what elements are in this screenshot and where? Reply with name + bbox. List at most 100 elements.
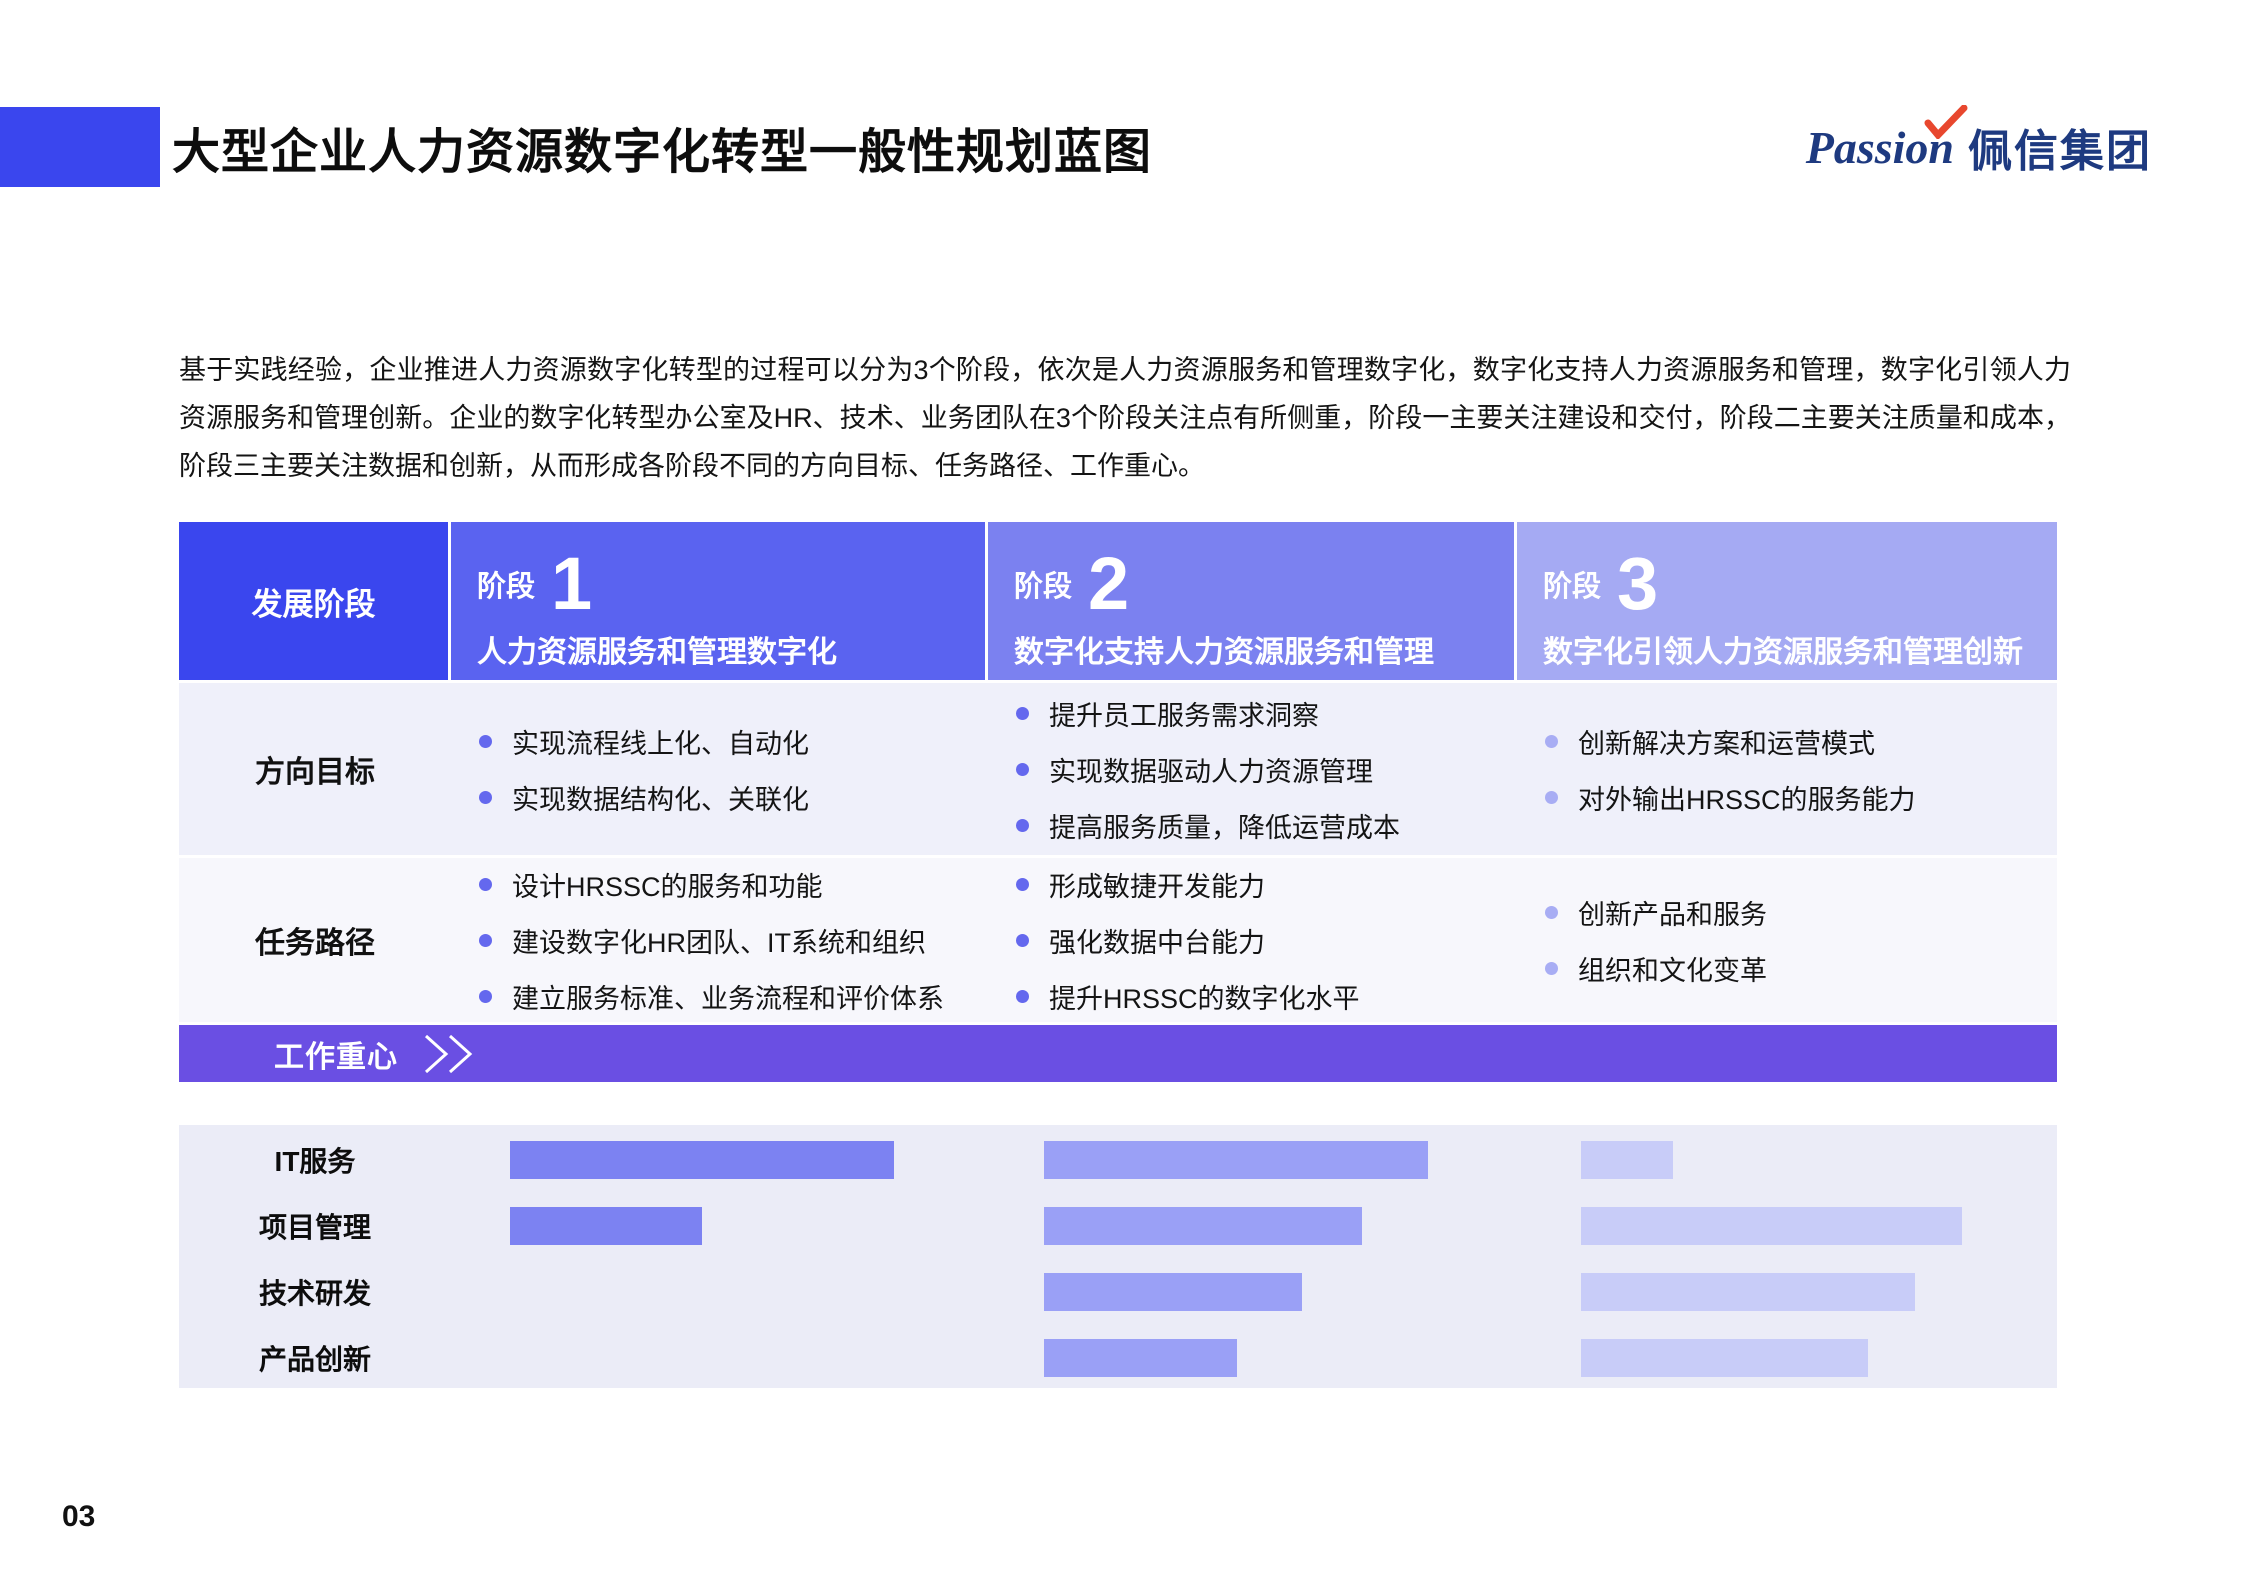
stage-1-goals: 实现流程线上化、自动化实现数据结构化、关联化 — [451, 683, 988, 855]
gantt-row-label: IT服务 — [179, 1127, 451, 1193]
gantt-bar — [1581, 1207, 1962, 1245]
double-chevron-icon — [420, 1033, 482, 1075]
stage-2-number: 2 — [1088, 547, 1129, 621]
gantt-row: IT服务 — [179, 1127, 2057, 1193]
bullet-dot-icon — [479, 735, 492, 748]
bullet-dot-icon — [1016, 763, 1029, 776]
bullet-dot-icon — [1545, 906, 1558, 919]
bullet-item: 强化数据中台能力 — [1016, 921, 1517, 960]
bullet-dot-icon — [479, 990, 492, 1003]
stage-3-number: 3 — [1617, 547, 1658, 621]
stage-1-number: 1 — [551, 547, 592, 621]
bullet-item: 提高服务质量，降低运营成本 — [1016, 806, 1517, 845]
bullet-text: 设计HRSSC的服务和功能 — [512, 865, 823, 904]
stage-word: 阶段 — [477, 563, 535, 605]
bullet-text: 提高服务质量，降低运营成本 — [1049, 806, 1400, 845]
bullet-item: 组织和文化变革 — [1545, 949, 2057, 988]
bullet-item: 建设数字化HR团队、IT系统和组织 — [479, 921, 988, 960]
gantt-bar — [1044, 1273, 1302, 1311]
bullet-dot-icon — [1016, 707, 1029, 720]
tasks-row-label: 任务路径 — [179, 858, 451, 1022]
bullet-item: 形成敏捷开发能力 — [1016, 865, 1517, 904]
gantt-row: 项目管理 — [179, 1193, 2057, 1259]
brand-checkmark-icon — [1924, 105, 1968, 139]
bullet-dot-icon — [1016, 934, 1029, 947]
bullet-dot-icon — [479, 934, 492, 947]
bullet-item: 创新解决方案和运营模式 — [1545, 722, 2057, 761]
bullet-item: 提升HRSSC的数字化水平 — [1016, 977, 1517, 1016]
bullet-item: 对外输出HRSSC的服务能力 — [1545, 778, 2057, 817]
goals-row-label: 方向目标 — [179, 683, 451, 855]
bullet-text: 建设数字化HR团队、IT系统和组织 — [512, 921, 926, 960]
bullet-dot-icon — [479, 878, 492, 891]
stage-1-subtitle: 人力资源服务和管理数字化 — [477, 627, 985, 671]
corner-cell: 发展阶段 — [179, 522, 451, 680]
stage-1-header: 阶段 1 人力资源服务和管理数字化 — [451, 522, 988, 680]
focus-band-label: 工作重心 — [274, 1032, 398, 1076]
title-accent-block — [0, 107, 160, 187]
bullet-text: 提升员工服务需求洞察 — [1049, 694, 1319, 733]
bullet-text: 形成敏捷开发能力 — [1049, 865, 1265, 904]
gantt-bar — [1581, 1273, 1915, 1311]
stage-1-title: 阶段 1 — [477, 547, 985, 621]
bullet-dot-icon — [479, 791, 492, 804]
brand-wordmark-en: Passion — [1806, 121, 1954, 174]
stage-2-title: 阶段 2 — [1014, 547, 1514, 621]
stage-word: 阶段 — [1543, 563, 1601, 605]
bullet-text: 实现流程线上化、自动化 — [512, 722, 809, 761]
gantt-row: 产品创新 — [179, 1325, 2057, 1391]
page-number: 03 — [62, 1500, 95, 1534]
bullet-text: 创新解决方案和运营模式 — [1578, 722, 1875, 761]
stage-3-subtitle: 数字化引领人力资源服务和管理创新 — [1543, 627, 2057, 671]
stage-2-tasks: 形成敏捷开发能力强化数据中台能力提升HRSSC的数字化水平 — [988, 858, 1517, 1022]
bullet-dot-icon — [1545, 962, 1558, 975]
bullet-text: 创新产品和服务 — [1578, 893, 1767, 932]
stage-word: 阶段 — [1014, 563, 1072, 605]
stage-2-subtitle: 数字化支持人力资源服务和管理 — [1014, 627, 1514, 671]
stage-3-header: 阶段 3 数字化引领人力资源服务和管理创新 — [1517, 522, 2057, 680]
bullet-text: 实现数据驱动人力资源管理 — [1049, 750, 1373, 789]
goals-row: 方向目标 实现流程线上化、自动化实现数据结构化、关联化 提升员工服务需求洞察实现… — [179, 680, 2057, 855]
gantt-gap — [179, 1082, 2057, 1125]
focus-band: 工作重心 — [179, 1022, 2057, 1082]
bullet-text: 组织和文化变革 — [1578, 949, 1767, 988]
bullet-item: 提升员工服务需求洞察 — [1016, 694, 1517, 733]
bullet-text: 建立服务标准、业务流程和评价体系 — [512, 977, 944, 1016]
brand-logo: Passion 佩信集团 — [1806, 112, 2152, 182]
bullet-item: 设计HRSSC的服务和功能 — [479, 865, 988, 904]
gantt-bar — [510, 1141, 894, 1179]
gantt-row-label: 技术研发 — [179, 1259, 451, 1325]
bullet-dot-icon — [1016, 878, 1029, 891]
bullet-dot-icon — [1545, 791, 1558, 804]
stage-3-goals: 创新解决方案和运营模式对外输出HRSSC的服务能力 — [1517, 683, 2057, 855]
tasks-row: 任务路径 设计HRSSC的服务和功能建设数字化HR团队、IT系统和组织建立服务标… — [179, 855, 2057, 1022]
gantt-bar — [1044, 1207, 1362, 1245]
bullet-dot-icon — [1016, 990, 1029, 1003]
bullet-dot-icon — [1545, 735, 1558, 748]
stage-2-header: 阶段 2 数字化支持人力资源服务和管理 — [988, 522, 1517, 680]
gantt-row-label: 项目管理 — [179, 1193, 451, 1259]
bullet-dot-icon — [1016, 819, 1029, 832]
gantt-row: 技术研发 — [179, 1259, 2057, 1325]
bullet-text: 提升HRSSC的数字化水平 — [1049, 977, 1360, 1016]
bullet-item: 实现数据结构化、关联化 — [479, 778, 988, 817]
gantt-bar — [1581, 1339, 1868, 1377]
gantt-chart: IT服务项目管理技术研发产品创新 — [179, 1125, 2057, 1388]
gantt-bar — [1044, 1339, 1237, 1377]
gantt-bar — [1581, 1141, 1673, 1179]
page-title: 大型企业人力资源数字化转型一般性规划蓝图 — [172, 112, 1152, 182]
stage-3-title: 阶段 3 — [1543, 547, 2057, 621]
stage-1-tasks: 设计HRSSC的服务和功能建设数字化HR团队、IT系统和组织建立服务标准、业务流… — [451, 858, 988, 1022]
gantt-row-label: 产品创新 — [179, 1325, 451, 1391]
bullet-text: 对外输出HRSSC的服务能力 — [1578, 778, 1916, 817]
bullet-item: 实现数据驱动人力资源管理 — [1016, 750, 1517, 789]
intro-paragraph: 基于实践经验，企业推进人力资源数字化转型的过程可以分为3个阶段，依次是人力资源服… — [179, 346, 2071, 490]
blueprint-table: 发展阶段 阶段 1 人力资源服务和管理数字化 阶段 2 数字化支持人力资源服务和… — [179, 522, 2057, 1388]
stage-2-goals: 提升员工服务需求洞察实现数据驱动人力资源管理提高服务质量，降低运营成本 — [988, 683, 1517, 855]
table-header-row: 发展阶段 阶段 1 人力资源服务和管理数字化 阶段 2 数字化支持人力资源服务和… — [179, 522, 2057, 680]
gantt-bar — [1044, 1141, 1428, 1179]
bullet-text: 实现数据结构化、关联化 — [512, 778, 809, 817]
bullet-text: 强化数据中台能力 — [1049, 921, 1265, 960]
stage-3-tasks: 创新产品和服务组织和文化变革 — [1517, 858, 2057, 1022]
bullet-item: 实现流程线上化、自动化 — [479, 722, 988, 761]
